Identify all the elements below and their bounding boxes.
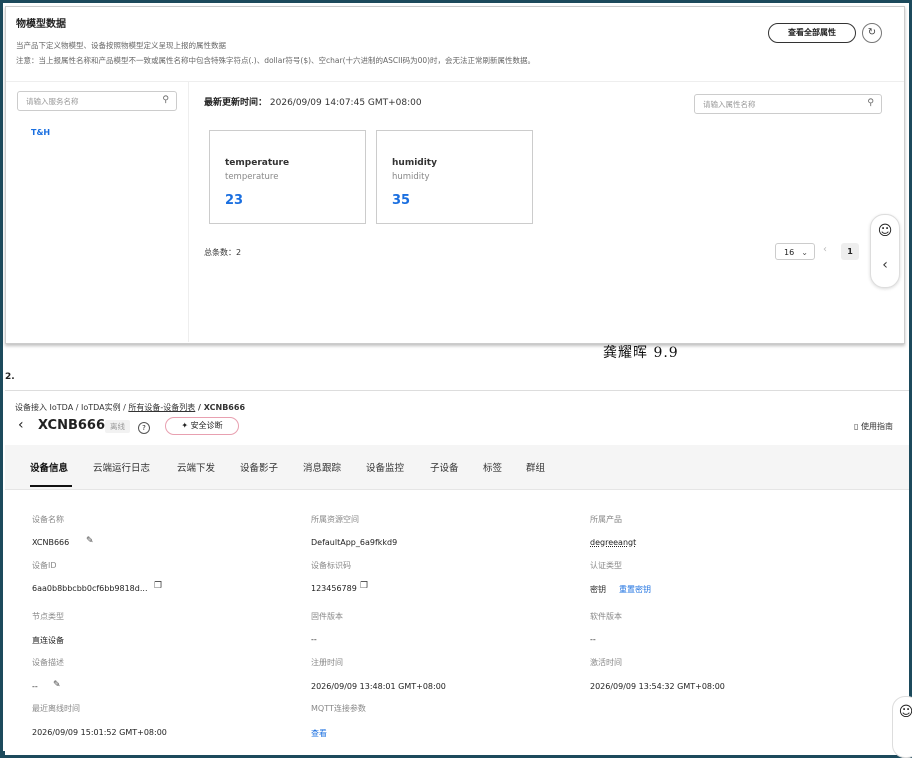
tab-device-shadow[interactable]: 设备影子 [240, 460, 278, 474]
tab-sub-devices[interactable]: 子设备 [430, 460, 459, 474]
prev-page-icon[interactable]: ‹ [823, 244, 827, 255]
reset-key-link[interactable]: 重置密钥 [619, 584, 651, 595]
refresh-button[interactable]: ↻ [862, 23, 882, 43]
breadcrumb-part[interactable]: 设备接入 IoTDA / IoTDA实例 / [15, 403, 128, 412]
tab-cloud-log[interactable]: 云端运行日志 [93, 460, 150, 474]
handwritten-signature: 龚耀晖 9.9 [603, 345, 679, 361]
field-value: 2026/09/09 13:54:32 GMT+08:00 [590, 682, 725, 691]
field-label: 固件版本 [311, 612, 343, 621]
property-card-humidity: humidity humidity 35 [376, 130, 533, 224]
property-subname: temperature [225, 172, 279, 182]
property-name: temperature [225, 158, 290, 168]
device-detail-panel: 设备接入 IoTDA / IoTDA实例 / 所有设备-设备列表 / XCNB6… [5, 390, 912, 758]
field-value: 2026/09/09 13:48:01 GMT+08:00 [311, 682, 446, 691]
tab-groups[interactable]: 群组 [526, 460, 545, 474]
tab-bar: 设备信息 云端运行日志 云端下发 设备影子 消息跟踪 设备监控 子设备 标签 群… [5, 445, 909, 490]
last-update-value: 2026/09/09 14:07:45 GMT+08:00 [269, 98, 422, 108]
field-label: 激活时间 [590, 658, 622, 667]
document-icon: ▯ [854, 422, 859, 431]
section-number: 2. [5, 372, 15, 382]
tab-tags[interactable]: 标签 [483, 460, 502, 474]
field-value: -- [590, 635, 596, 644]
page-size-select[interactable]: 16 ⌄ [775, 243, 815, 260]
device-title: XCNB666 [38, 418, 106, 433]
field-label: 设备ID [32, 561, 57, 570]
field-label: 软件版本 [590, 612, 622, 621]
field-value: XCNB666 [32, 538, 70, 547]
guide-label: 使用指南 [860, 422, 893, 431]
field-value: -- [311, 635, 317, 644]
mqtt-view-link[interactable]: 查看 [311, 728, 327, 739]
search-icon: ⚲ [162, 95, 169, 105]
field-label: 最近离线时间 [32, 704, 80, 713]
property-value: 35 [392, 193, 411, 208]
smiley-icon[interactable]: ☺ [893, 704, 912, 720]
floating-toolbar: ☺ ‹ [870, 214, 900, 288]
property-value: 23 [225, 193, 244, 208]
page-size-value: 16 [784, 248, 795, 257]
search-icon: ⚲ [867, 98, 874, 108]
field-value: 密钥 [590, 585, 606, 594]
chevron-down-icon: ⌄ [801, 248, 808, 257]
property-card-temperature: temperature temperature 23 [209, 130, 366, 224]
status-badge: 离线 [105, 420, 130, 433]
field-value[interactable]: degreeangt [590, 538, 636, 547]
panel-note: 注意：当上报属性名称和产品模型不一致或属性名称中包含特殊字符点(.)、dolla… [16, 56, 536, 65]
view-all-properties-button[interactable]: 查看全部属性 [768, 23, 856, 43]
tab-device-monitor[interactable]: 设备监控 [366, 460, 404, 474]
total-count: 总条数：2 [204, 248, 242, 257]
diagnose-label: 安全诊断 [190, 421, 223, 430]
field-label: 所属资源空间 [311, 515, 359, 524]
help-icon[interactable]: ? [138, 422, 150, 434]
tab-device-info[interactable]: 设备信息 [30, 460, 68, 474]
field-label: 所属产品 [590, 515, 622, 524]
field-label: 设备名称 [32, 515, 64, 524]
copy-icon[interactable]: ❐ [154, 581, 162, 591]
smiley-icon[interactable]: ☺ [871, 223, 899, 239]
edit-icon[interactable]: ✎ [53, 680, 61, 690]
thing-model-panel: 物模型数据 当产品下定义物模型、设备按照物模型定义呈现上报的属性数据 注意：当上… [5, 6, 905, 344]
search-placeholder: 请输入服务名称 [26, 97, 79, 106]
back-arrow-icon[interactable]: ‹ [18, 417, 24, 433]
current-page[interactable]: 1 [841, 243, 859, 260]
last-update: 最新更新时间： 2026/09/09 14:07:45 GMT+08:00 [204, 95, 422, 108]
field-value: 2026/09/09 15:01:52 GMT+08:00 [32, 728, 167, 737]
security-diagnose-button[interactable]: ✦ 安全诊断 [165, 417, 239, 435]
copy-icon[interactable]: ❐ [360, 581, 368, 591]
field-value: 直连设备 [32, 636, 64, 645]
breadcrumb-current: / XCNB666 [195, 403, 246, 412]
search-placeholder: 请输入属性名称 [703, 100, 756, 109]
divider [188, 82, 189, 342]
field-label: 节点类型 [32, 612, 64, 621]
sparkle-icon: ✦ [181, 421, 189, 430]
field-value: 6aa0b8bbcbb0cf6bb9818d... [32, 584, 148, 593]
breadcrumb-device-list-link[interactable]: 所有设备-设备列表 [128, 403, 195, 412]
field-label: 设备标识码 [311, 561, 351, 570]
property-search-input[interactable]: 请输入属性名称 ⚲ [694, 94, 882, 114]
active-tab-indicator [30, 485, 72, 487]
field-value: 123456789 [311, 584, 357, 593]
property-subname: humidity [392, 172, 430, 182]
refresh-icon: ↻ [867, 27, 877, 38]
service-item-th[interactable]: T&H [31, 128, 50, 137]
guide-link[interactable]: ▯ 使用指南 [854, 421, 893, 432]
divider [6, 81, 904, 82]
floating-toolbar: ☺ [892, 696, 912, 758]
last-update-label: 最新更新时间： [204, 98, 268, 108]
field-label: MQTT连接参数 [311, 704, 366, 713]
service-search-input[interactable]: 请输入服务名称 ⚲ [17, 91, 177, 111]
tab-cloud-command[interactable]: 云端下发 [177, 460, 215, 474]
edit-icon[interactable]: ✎ [86, 536, 94, 546]
tab-message-trace[interactable]: 消息跟踪 [303, 460, 341, 474]
field-label: 注册时间 [311, 658, 343, 667]
panel-description: 当产品下定义物模型、设备按照物模型定义呈现上报的属性数据 [16, 41, 226, 50]
property-name: humidity [392, 158, 437, 168]
chevron-left-icon[interactable]: ‹ [871, 257, 899, 273]
breadcrumb: 设备接入 IoTDA / IoTDA实例 / 所有设备-设备列表 / XCNB6… [15, 402, 245, 413]
field-label: 设备描述 [32, 658, 64, 667]
field-label: 认证类型 [590, 561, 622, 570]
field-value: DefaultApp_6a9fkkd9 [311, 538, 398, 547]
panel-title: 物模型数据 [16, 19, 66, 30]
field-value: -- [32, 682, 38, 691]
